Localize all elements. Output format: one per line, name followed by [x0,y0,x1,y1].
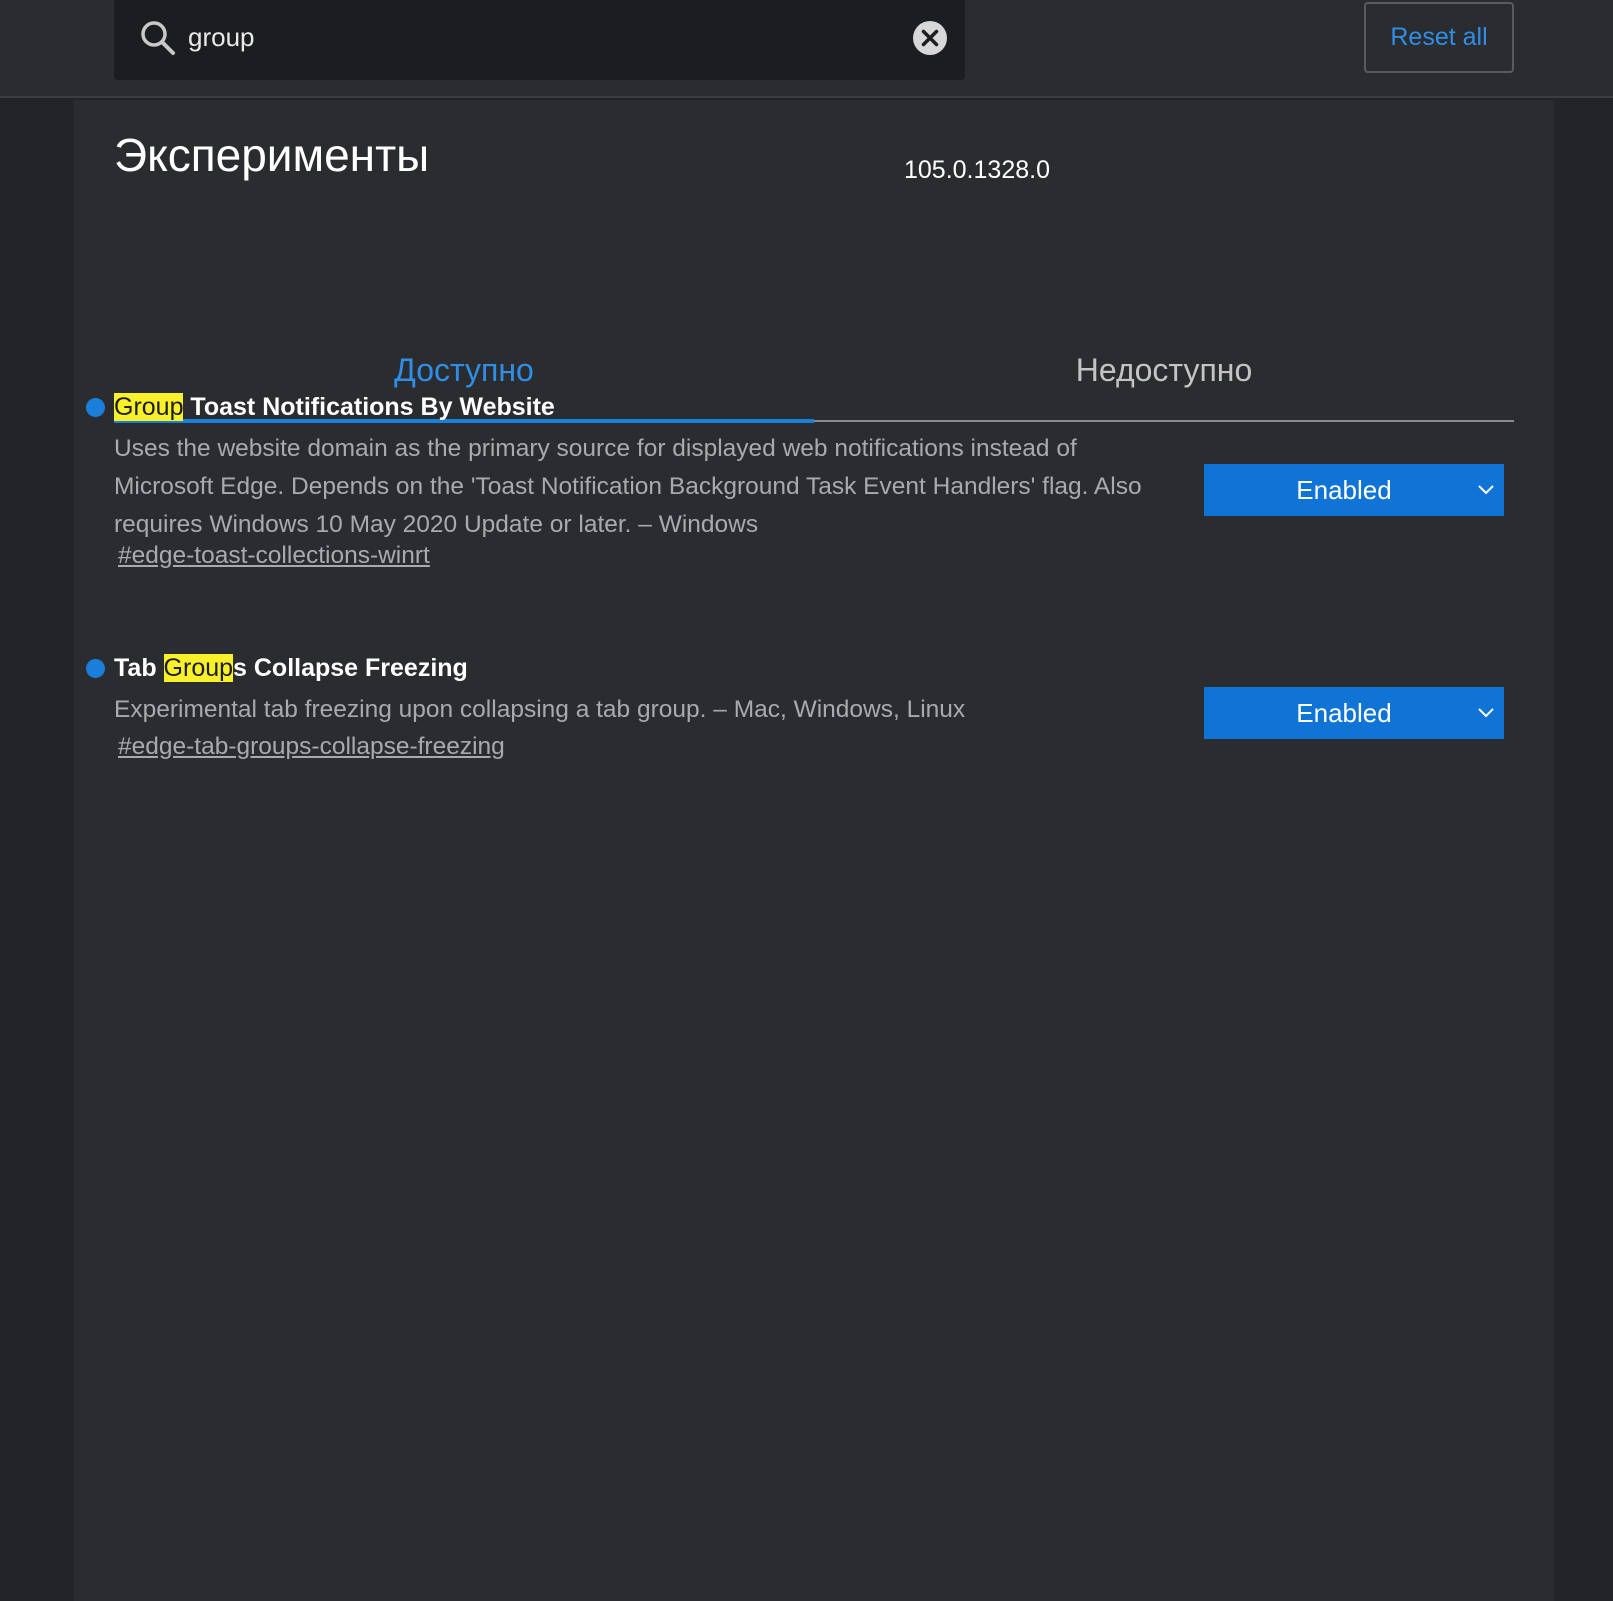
modified-indicator [86,398,105,417]
flag-title-prefix: Tab [114,654,164,682]
flag-state-select[interactable]: Enabled [1204,687,1504,739]
flag-title-text: Toast Notifications By Website [183,393,555,421]
search-input[interactable] [188,14,888,60]
flag-state-select[interactable]: Enabled [1204,464,1504,516]
reset-all-button[interactable]: Reset all [1364,2,1514,73]
page-title: Эксперименты [114,129,430,181]
version-label: 105.0.1328.0 [904,156,1050,184]
close-icon[interactable] [912,20,948,56]
search-highlight: Group [114,393,184,421]
search-box[interactable] [114,0,965,80]
flag-title: Tab Groups Collapse Freezing [114,651,468,685]
flag-title: Group Toast Notifications By Website [114,390,555,424]
flag-permalink[interactable]: #edge-toast-collections-winrt [118,542,430,570]
chevron-down-icon [1478,708,1494,718]
search-highlight: Group [163,654,234,682]
flag-title-text: s Collapse Freezing [233,654,468,682]
chevron-down-icon [1478,485,1494,495]
flag-description: Uses the website domain as the primary s… [114,435,1142,538]
select-value: Enabled [1296,698,1392,728]
experiments-panel: Эксперименты 105.0.1328.0 Доступно Недос… [74,100,1554,1601]
modified-indicator [86,659,105,678]
flag-permalink[interactable]: #edge-tab-groups-collapse-freezing [118,733,505,761]
select-value: Enabled [1296,475,1392,505]
flag-description: Experimental tab freezing upon collapsin… [114,696,966,723]
search-icon [141,21,175,55]
top-bar: Reset all [0,0,1613,98]
tab-unavailable[interactable]: Недоступно [814,330,1514,422]
